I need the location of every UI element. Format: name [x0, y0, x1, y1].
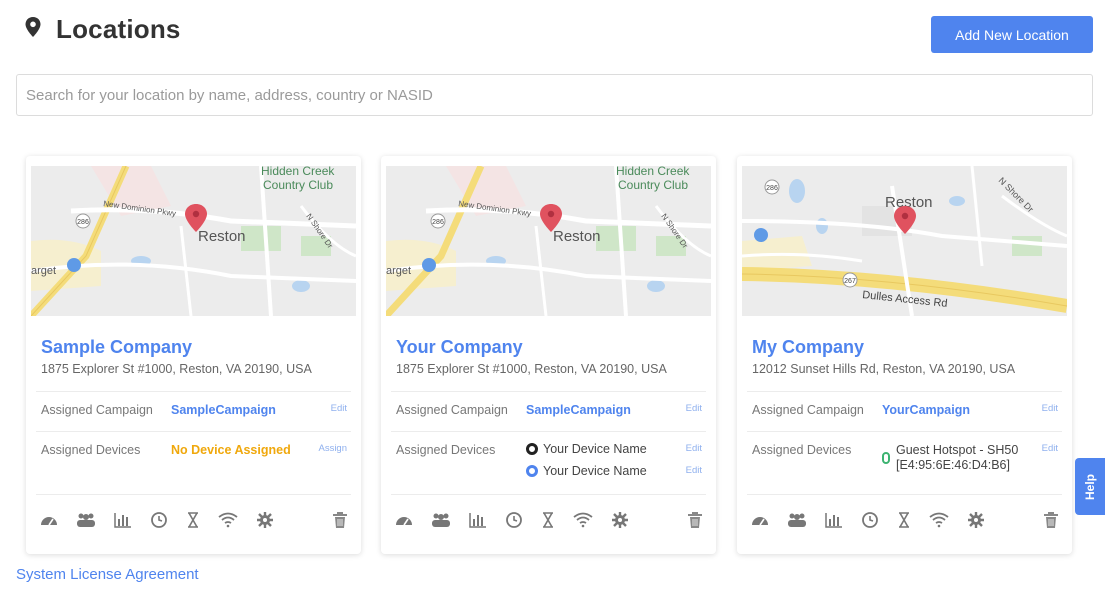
location-address: 1875 Explorer St #1000, Reston, VA 20190… [41, 362, 312, 376]
map-label-country-club: Country Club [263, 178, 333, 192]
location-address: 12012 Sunset Hills Rd, Reston, VA 20190,… [752, 362, 1016, 376]
divider [36, 494, 351, 495]
users-icon[interactable] [787, 511, 806, 529]
divider [391, 494, 706, 495]
device-name: Guest Hotspot - SH50 [896, 443, 1019, 457]
trash-icon[interactable] [687, 511, 705, 529]
users-icon[interactable] [431, 511, 450, 529]
map-route-286: 286 [77, 219, 89, 226]
hourglass-icon[interactable] [184, 511, 202, 529]
no-device-assigned-text: No Device Assigned [171, 443, 291, 457]
assigned-devices-label: Assigned Devices [41, 443, 141, 457]
location-name[interactable]: Sample Company [41, 337, 192, 358]
device-item[interactable]: Your Device Name [526, 442, 647, 456]
divider [36, 391, 351, 392]
clock-icon[interactable] [861, 511, 879, 529]
map-label-target: arget [31, 265, 56, 277]
edit-device-link[interactable]: Edit [686, 443, 702, 454]
assigned-campaign-label: Assigned Campaign [752, 403, 864, 417]
clock-icon[interactable] [505, 511, 523, 529]
location-pin-icon [24, 16, 42, 43]
divider [747, 494, 1062, 495]
assign-device-link[interactable]: Assign [318, 443, 347, 454]
location-card-your-company: 286 Hidden Creek Country Club New Domini… [381, 156, 716, 554]
divider [36, 431, 351, 432]
assigned-campaign-value[interactable]: SampleCampaign [526, 403, 631, 417]
card-action-icons [751, 511, 1061, 529]
location-address: 1875 Explorer St #1000, Reston, VA 20190… [396, 362, 667, 376]
map-route-286: 286 [432, 219, 444, 226]
divider [391, 391, 706, 392]
gear-icon[interactable] [256, 511, 274, 529]
bar-chart-icon[interactable] [469, 511, 487, 529]
wifi-icon[interactable] [929, 511, 949, 529]
hourglass-icon[interactable] [539, 511, 557, 529]
bar-chart-icon[interactable] [114, 511, 132, 529]
search-input[interactable] [16, 74, 1093, 116]
page-title: Locations [56, 14, 181, 44]
system-license-agreement-link[interactable]: System License Agreement [16, 566, 199, 583]
location-card-my-company: 286 267 Reston N Shore Dr Dulles Access … [737, 156, 1072, 554]
location-map[interactable]: 286 Hidden Creek Country Club New Domini… [386, 166, 711, 316]
location-name[interactable]: My Company [752, 337, 864, 358]
assigned-devices-label: Assigned Devices [396, 443, 496, 457]
map-label-reston: Reston [198, 228, 246, 245]
title-group: Locations [24, 14, 181, 45]
divider [747, 431, 1062, 432]
device-item[interactable]: Your Device Name [526, 464, 647, 478]
edit-campaign-link[interactable]: Edit [1042, 403, 1058, 414]
edit-device-link[interactable]: Edit [686, 465, 702, 476]
edit-device-link[interactable]: Edit [1042, 443, 1058, 454]
device-status-radio[interactable] [526, 465, 538, 477]
help-tab[interactable]: Help [1075, 458, 1105, 515]
location-map[interactable]: 286 Hidden Creek Country Club New Domini… [31, 166, 356, 316]
device-mac: [E4:95:6E:46:D4:B6] [896, 458, 1010, 472]
device-status-radio[interactable] [526, 443, 538, 455]
trash-icon[interactable] [1043, 511, 1061, 529]
device-name: Your Device Name [543, 464, 647, 478]
divider [391, 431, 706, 432]
assigned-campaign-label: Assigned Campaign [41, 403, 153, 417]
wifi-icon[interactable] [218, 511, 238, 529]
location-map[interactable]: 286 267 Reston N Shore Dr Dulles Access … [742, 166, 1067, 316]
gear-icon[interactable] [611, 511, 629, 529]
users-icon[interactable] [76, 511, 95, 529]
assigned-campaign-label: Assigned Campaign [396, 403, 508, 417]
help-label: Help [1082, 473, 1097, 500]
map-label-target: arget [386, 265, 411, 277]
card-action-icons [40, 511, 350, 529]
assigned-campaign-value[interactable]: SampleCampaign [171, 403, 276, 417]
assigned-campaign-value[interactable]: YourCampaign [882, 403, 970, 417]
assigned-devices-label: Assigned Devices [752, 443, 852, 457]
card-action-icons [395, 511, 705, 529]
location-card-sample-company: 286 Hidden Creek Country Club New Domini… [26, 156, 361, 554]
device-name: Your Device Name [543, 442, 647, 456]
gear-icon[interactable] [967, 511, 985, 529]
bar-chart-icon[interactable] [825, 511, 843, 529]
dashboard-icon[interactable] [395, 511, 413, 529]
edit-campaign-link[interactable]: Edit [331, 403, 347, 414]
map-route-267: 267 [844, 278, 856, 285]
trash-icon[interactable] [332, 511, 350, 529]
map-label-reston: Reston [553, 228, 601, 245]
location-name[interactable]: Your Company [396, 337, 523, 358]
wifi-icon[interactable] [573, 511, 593, 529]
hourglass-icon[interactable] [895, 511, 913, 529]
dashboard-icon[interactable] [751, 511, 769, 529]
online-status-icon [882, 452, 890, 464]
edit-campaign-link[interactable]: Edit [686, 403, 702, 414]
clock-icon[interactable] [150, 511, 168, 529]
add-new-location-button[interactable]: Add New Location [931, 16, 1093, 53]
map-label-hidden-creek: Hidden Creek [616, 166, 690, 178]
map-label-country-club: Country Club [618, 178, 688, 192]
dashboard-icon[interactable] [40, 511, 58, 529]
map-route-286: 286 [766, 185, 778, 192]
divider [747, 391, 1062, 392]
map-label-hidden-creek: Hidden Creek [261, 166, 335, 178]
page-header: Locations Add New Location [0, 0, 1105, 70]
